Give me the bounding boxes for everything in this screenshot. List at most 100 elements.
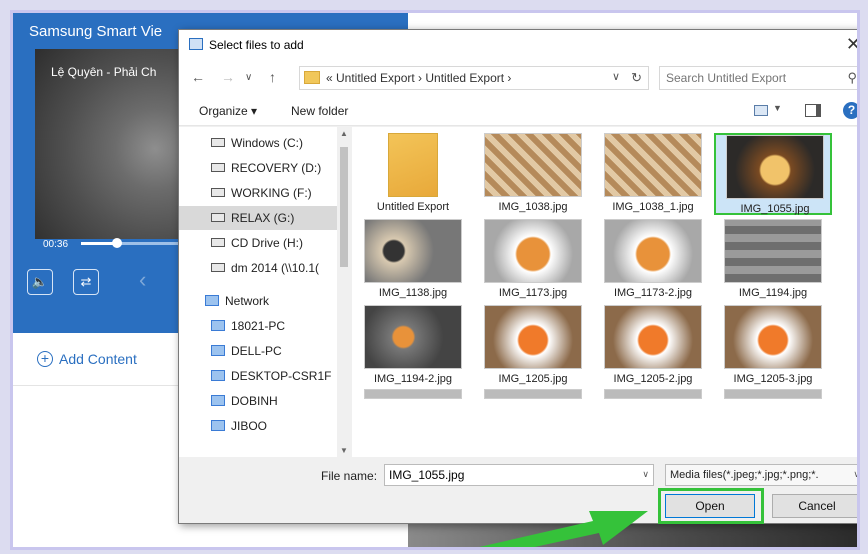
- sidebar-item[interactable]: Network: [179, 289, 337, 313]
- file-item[interactable]: IMG_1038_1.jpg: [594, 133, 712, 215]
- pc-icon: [211, 420, 225, 431]
- up-icon[interactable]: ↑: [269, 69, 276, 85]
- drive-icon: [211, 188, 225, 197]
- app-title: Samsung Smart Vie: [29, 23, 163, 40]
- image-thumbnail[interactable]: [604, 389, 702, 399]
- file-name-field[interactable]: [385, 465, 630, 485]
- close-icon[interactable]: ✕: [846, 34, 857, 55]
- search-input[interactable]: [660, 67, 835, 89]
- file-item[interactable]: IMG_1138.jpg: [354, 219, 472, 301]
- sidebar-item[interactable]: CD Drive (H:): [179, 231, 337, 255]
- new-folder-button[interactable]: New folder: [291, 104, 348, 118]
- sidebar-item[interactable]: DELL-PC: [179, 339, 337, 363]
- file-item[interactable]: IMG_1205-3.jpg: [714, 305, 832, 387]
- view-dropdown-icon[interactable]: ▼: [773, 103, 782, 113]
- file-type-select[interactable]: Media files(*.jpeg;*.jpg;*.png;*. ∨: [665, 464, 860, 486]
- file-name-label: IMG_1038.jpg: [498, 201, 568, 213]
- dialog-icon: [189, 38, 203, 50]
- file-item[interactable]: IMG_1205-2.jpg: [594, 305, 712, 387]
- chevron-down-icon[interactable]: ∨: [612, 70, 620, 83]
- scroll-thumb[interactable]: [340, 147, 348, 267]
- add-content-button[interactable]: + Add Content: [37, 351, 137, 367]
- drive-icon: [211, 138, 225, 147]
- file-item[interactable]: IMG_1173.jpg: [474, 219, 592, 301]
- sidebar-item[interactable]: RELAX (G:): [179, 206, 337, 230]
- drive-icon: [211, 213, 225, 222]
- progress-knob[interactable]: [112, 238, 122, 248]
- sidebar-item-label: 18021-PC: [231, 319, 286, 333]
- preview-pane-icon[interactable]: [805, 104, 821, 117]
- back-icon[interactable]: ←: [191, 69, 205, 85]
- dialog-title: Select files to add: [209, 38, 304, 52]
- scroll-up-icon[interactable]: ▲: [340, 129, 348, 138]
- file-name-label: IMG_1055.jpg: [740, 203, 810, 215]
- file-name-label: IMG_1205-2.jpg: [613, 373, 693, 385]
- refresh-icon[interactable]: ↻: [631, 70, 642, 86]
- folder-icon: [388, 133, 438, 197]
- folder-item[interactable]: Untitled Export: [354, 133, 472, 215]
- sidebar-item[interactable]: Windows (C:): [179, 131, 337, 155]
- forward-icon[interactable]: →: [221, 69, 235, 85]
- file-name-label: IMG_1038_1.jpg: [612, 201, 694, 213]
- image-thumbnail[interactable]: [724, 389, 822, 399]
- file-item[interactable]: IMG_1173-2.jpg: [594, 219, 712, 301]
- file-item[interactable]: IMG_1194.jpg: [714, 219, 832, 301]
- navigation-scrollbar[interactable]: ▲ ▼: [337, 127, 351, 457]
- file-name-combobox[interactable]: ∨: [384, 464, 654, 486]
- sidebar-item[interactable]: DESKTOP-CSR1F: [179, 364, 337, 388]
- file-name-label: IMG_1173.jpg: [498, 287, 568, 299]
- sidebar-item[interactable]: dm 2014 (\\10.1(: [179, 256, 337, 280]
- add-content-label: Add Content: [59, 351, 137, 367]
- sidebar-item-label: JIBOO: [231, 419, 268, 433]
- image-thumbnail: [484, 219, 582, 283]
- image-thumbnail: [364, 305, 462, 369]
- volume-button[interactable]: 🔈: [27, 269, 53, 295]
- volume-icon: 🔈: [31, 274, 49, 289]
- view-icon[interactable]: [754, 105, 768, 116]
- image-thumbnail[interactable]: [484, 389, 582, 399]
- file-name-label: File name:: [321, 469, 378, 483]
- file-name-label: IMG_1205.jpg: [498, 373, 568, 385]
- address-bar[interactable]: « Untitled Export › Untitled Export › ∨ …: [299, 66, 649, 90]
- file-item[interactable]: IMG_1205.jpg: [474, 305, 592, 387]
- sidebar-item-label: Network: [225, 294, 270, 308]
- sidebar-item-label: DELL-PC: [231, 344, 282, 358]
- song-title: Lệ Quyên - Phải Ch: [51, 65, 157, 79]
- plus-icon: +: [37, 351, 53, 367]
- sidebar-item[interactable]: RECOVERY (D:): [179, 156, 337, 180]
- sidebar-item[interactable]: WORKING (F:): [179, 181, 337, 205]
- chevron-down-icon[interactable]: ∨: [642, 469, 649, 480]
- search-box[interactable]: ⚲: [659, 66, 857, 90]
- image-thumbnail[interactable]: [364, 389, 462, 399]
- navigation-pane: Windows (C:) RECOVERY (D:) WORKING (F:) REL…: [179, 127, 351, 457]
- sidebar-item[interactable]: 18021-PC: [179, 314, 337, 338]
- file-name-label: IMG_1173-2.jpg: [613, 287, 693, 299]
- image-thumbnail: [484, 305, 582, 369]
- file-name-label: IMG_1194.jpg: [738, 287, 808, 299]
- help-icon[interactable]: ?: [843, 102, 857, 119]
- green-arrow-annotation: [479, 511, 648, 547]
- repeat-button[interactable]: ⇄: [73, 269, 99, 295]
- file-list-scrollbar[interactable]: ▲ ▼: [857, 127, 860, 457]
- file-type-value: Media files(*.jpeg;*.jpg;*.png;*.: [670, 469, 819, 481]
- playback-time: 00:36: [43, 239, 69, 250]
- image-thumbnail: [726, 135, 824, 199]
- folder-icon: [304, 71, 320, 84]
- recent-dropdown-icon[interactable]: ∨: [245, 72, 252, 83]
- chevron-down-icon: ∨: [853, 469, 860, 479]
- breadcrumb[interactable]: « Untitled Export › Untitled Export ›: [326, 71, 511, 85]
- sidebar-item-label: dm 2014 (\\10.1(: [231, 261, 320, 275]
- command-toolbar: Organize ▾ New folder ▼ ?: [179, 96, 857, 126]
- sidebar-item[interactable]: DOBINH: [179, 389, 337, 413]
- scroll-down-icon[interactable]: ▼: [340, 446, 348, 455]
- cancel-button[interactable]: Cancel: [772, 494, 857, 518]
- file-item[interactable]: IMG_1194-2.jpg: [354, 305, 472, 387]
- pc-icon: [211, 395, 225, 406]
- sidebar-item-label: DESKTOP-CSR1F: [231, 369, 332, 383]
- sidebar-item-label: RECOVERY (D:): [231, 161, 322, 175]
- previous-icon[interactable]: ‹: [139, 267, 146, 293]
- sidebar-item[interactable]: JIBOO: [179, 414, 337, 438]
- file-item[interactable]: IMG_1055.jpg: [714, 133, 832, 215]
- organize-button[interactable]: Organize ▾: [199, 104, 257, 118]
- file-item[interactable]: IMG_1038.jpg: [474, 133, 592, 215]
